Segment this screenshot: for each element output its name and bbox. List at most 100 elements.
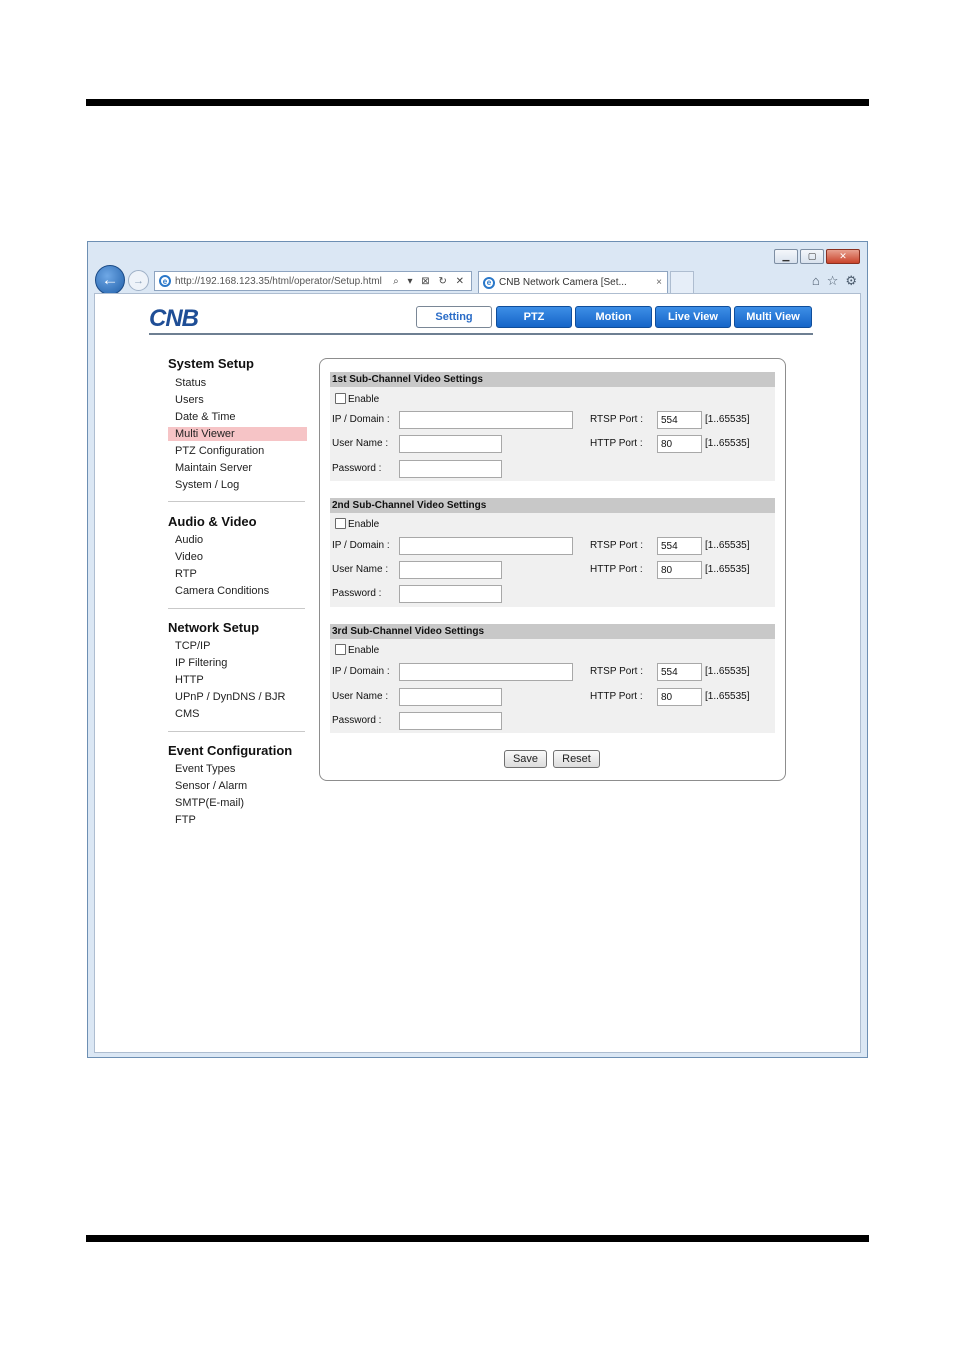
sidebar-separator [168,501,305,502]
sidebar-item-camera-conditions[interactable]: Camera Conditions [175,585,269,597]
nav-ptz[interactable]: PTZ [496,306,572,328]
sidebar-item-tcp-ip[interactable]: TCP/IP [175,640,210,652]
http-port-label: HTTP Port : [590,564,643,575]
user-name-input-2[interactable] [399,561,502,579]
sidebar-item-smtp-email[interactable]: SMTP(E-mail) [175,797,244,809]
sidebar-heading-audio-video: Audio & Video [168,514,257,529]
ip-domain-label: IP / Domain : [332,414,390,425]
nav-setting[interactable]: Setting [416,306,492,328]
http-port-input-1[interactable] [657,435,702,453]
maximize-icon[interactable]: ▢ [800,249,824,264]
port-range-label: [1..65535] [705,540,750,551]
gear-icon[interactable]: ⚙ [845,273,857,289]
sidebar-item-sensor-alarm[interactable]: Sensor / Alarm [175,780,247,792]
port-range-label: [1..65535] [705,666,750,677]
ip-domain-input-3[interactable] [399,663,573,681]
nav-multi-view[interactable]: Multi View [734,306,812,328]
sidebar-item-multi-viewer[interactable]: Multi Viewer [168,427,307,441]
home-icon[interactable]: ⌂ [812,273,820,289]
ip-domain-label: IP / Domain : [332,540,390,551]
password-input-2[interactable] [399,585,502,603]
sidebar-heading-network-setup: Network Setup [168,620,260,635]
logo-text: CNB [149,307,199,329]
browser-tab[interactable]: e CNB Network Camera [Set... × [478,271,668,293]
window-controls: ▁ ▢ ✕ [774,249,860,264]
enable-checkbox-2[interactable] [335,518,346,529]
section-heading-2nd-sub-channel: 2nd Sub-Channel Video Settings [330,498,775,513]
sidebar-item-upnp-dyndns-bjr[interactable]: UPnP / DynDNS / BJR [175,691,285,703]
user-name-label: User Name : [332,564,389,575]
section-heading-3rd-sub-channel: 3rd Sub-Channel Video Settings [330,624,775,639]
http-port-input-2[interactable] [657,561,702,579]
password-label: Password : [332,715,382,726]
nav-live-view[interactable]: Live View [655,306,731,328]
user-name-input-1[interactable] [399,435,502,453]
http-port-input-3[interactable] [657,688,702,706]
tab-title: CNB Network Camera [Set... [499,277,627,288]
sidebar-item-ip-filtering[interactable]: IP Filtering [175,657,227,669]
section-body-2 [330,513,775,607]
sidebar-item-rtp[interactable]: RTP [175,568,197,580]
save-button[interactable]: Save [504,750,547,768]
rtsp-port-input-1[interactable] [657,411,702,429]
sidebar-heading-system-setup: System Setup [168,356,254,371]
page-bottom-rule [86,1235,869,1242]
sidebar-item-audio[interactable]: Audio [175,534,203,546]
minimize-icon[interactable]: ▁ [774,249,798,264]
user-name-input-3[interactable] [399,688,502,706]
back-button[interactable]: ← [95,265,125,295]
enable-checkbox-3[interactable] [335,644,346,655]
sidebar-heading-event-configuration: Event Configuration [168,743,293,758]
port-range-label: [1..65535] [705,414,750,425]
section-body-3 [330,639,775,733]
favorites-star-icon[interactable]: ☆ [827,273,839,289]
ie-page-icon: e [159,275,171,287]
sidebar-item-event-types[interactable]: Event Types [175,763,235,775]
new-tab-button[interactable] [670,271,694,293]
address-url: http://192.168.123.35/html/operator/Setu… [175,275,382,287]
sidebar-item-cms[interactable]: CMS [175,708,199,720]
ip-domain-input-2[interactable] [399,537,573,555]
rtsp-port-input-2[interactable] [657,537,702,555]
sidebar-item-maintain-server[interactable]: Maintain Server [175,462,252,474]
port-range-label: [1..65535] [705,691,750,702]
sidebar-item-ptz-configuration[interactable]: PTZ Configuration [175,445,264,457]
section-heading-1st-sub-channel: 1st Sub-Channel Video Settings [330,372,775,387]
sidebar-separator [168,731,305,732]
arrow-left-icon: ← [101,270,119,289]
forward-button[interactable]: → [128,270,149,291]
password-label: Password : [332,463,382,474]
user-name-label: User Name : [332,691,389,702]
nav-motion[interactable]: Motion [575,306,652,328]
sidebar-item-users[interactable]: Users [175,394,204,406]
sidebar-item-http[interactable]: HTTP [175,674,204,686]
tab-close-icon[interactable]: × [656,277,662,288]
section-body-1 [330,387,775,481]
ip-domain-input-1[interactable] [399,411,573,429]
sidebar-item-system-log[interactable]: System / Log [175,479,239,491]
sidebar-item-ftp[interactable]: FTP [175,814,196,826]
http-port-label: HTTP Port : [590,691,643,702]
port-range-label: [1..65535] [705,438,750,449]
cnb-logo: CNB [149,307,200,329]
ie-tab-icon: e [483,276,495,289]
password-label: Password : [332,588,382,599]
port-range-label: [1..65535] [705,564,750,575]
sidebar-item-video[interactable]: Video [175,551,203,563]
rtsp-port-label: RTSP Port : [590,540,643,551]
reset-button[interactable]: Reset [553,750,600,768]
rtsp-port-label: RTSP Port : [590,666,643,677]
user-name-label: User Name : [332,438,389,449]
password-input-1[interactable] [399,460,502,478]
close-icon[interactable]: ✕ [826,249,860,264]
ip-domain-label: IP / Domain : [332,666,390,677]
sidebar-item-status[interactable]: Status [175,377,206,389]
http-port-label: HTTP Port : [590,438,643,449]
password-input-3[interactable] [399,712,502,730]
enable-checkbox-1[interactable] [335,393,346,404]
address-bar[interactable]: e http://192.168.123.35/html/operator/Se… [154,271,472,291]
rtsp-port-input-3[interactable] [657,663,702,681]
sidebar-item-date-time[interactable]: Date & Time [175,411,236,423]
enable-label: Enable [348,645,380,656]
address-tools[interactable]: ⌕ ▾ ⊠ ↻ ✕ [393,276,471,287]
